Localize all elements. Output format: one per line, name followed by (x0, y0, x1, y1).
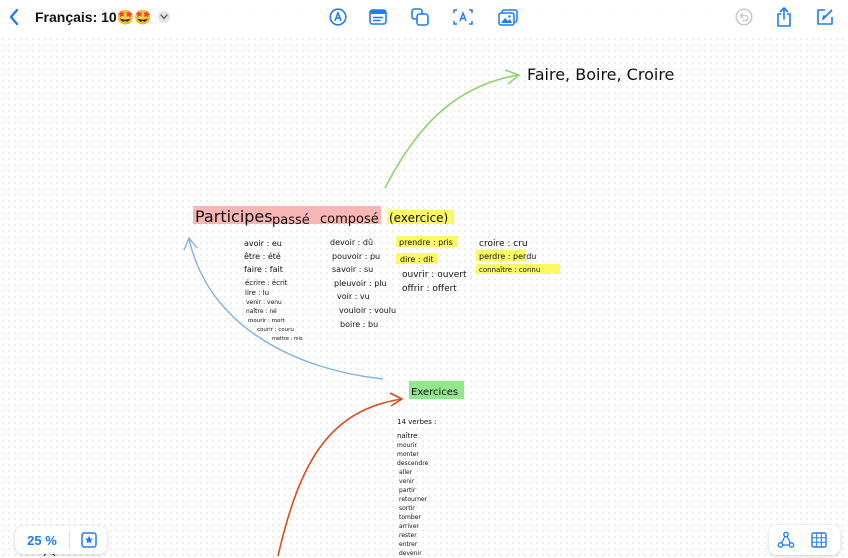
share-icon (777, 7, 791, 27)
undo-button[interactable] (733, 6, 755, 28)
participle-item: pouvoir : pu (332, 252, 380, 261)
compose-icon (817, 9, 833, 25)
exercise-verb: partir (399, 487, 416, 494)
back-button[interactable] (5, 6, 23, 28)
exercise-verb: entrer (399, 541, 418, 548)
grid-icon (811, 532, 827, 548)
participle-item: ouvrir : ouvert (402, 270, 467, 280)
star-bookmark-icon (80, 532, 97, 548)
participle-item: venir : venu (246, 299, 282, 306)
document-title[interactable]: Français: 10🤩🤩 (35, 9, 152, 26)
participle-item: devoir : dû (330, 238, 373, 247)
connectors-button[interactable] (775, 530, 797, 550)
participle-item: lire : lu (245, 289, 269, 297)
participle-item: dire : dit (400, 255, 434, 264)
exercise-verb: sortir (399, 505, 415, 512)
text-box-button[interactable] (367, 6, 389, 28)
text-insert-button[interactable] (452, 6, 474, 28)
media-insert-icon (498, 8, 518, 26)
participle-item: mourir : mort (248, 318, 286, 324)
participle-item: perdre : perdu (479, 252, 536, 261)
exercise-verb: descendre (397, 460, 429, 467)
exercise-verb: retourner (399, 496, 428, 503)
exercices-subtitle: 14 verbes : (397, 418, 436, 426)
title-compose: composé (320, 212, 379, 227)
exercise-verb: devenir (399, 550, 422, 557)
title-menu-button[interactable] (157, 11, 170, 23)
zoom-level-button[interactable]: 25 % (15, 533, 69, 548)
participle-item: pleuvoir : plu (334, 279, 387, 288)
exercise-verb: monter (397, 451, 419, 458)
green-arrow (384, 74, 519, 189)
participle-item: connaître : connu (479, 266, 540, 274)
media-insert-button[interactable] (497, 6, 519, 28)
title-exercice: (exercice) (389, 211, 448, 225)
participles-col-2: devoir : dû pouvoir : pu savoir : su ple… (330, 238, 396, 329)
participle-item: boire : bu (340, 320, 378, 329)
grid-toggle-button[interactable] (808, 530, 830, 550)
exercices-title: Exercices (411, 387, 458, 398)
participle-item: vouloir : voulu (339, 306, 396, 315)
heading-note: Faire, Boire, Croire (527, 65, 674, 84)
participle-item: offrir : offert (402, 284, 457, 294)
exercise-verb: rester (399, 532, 417, 539)
title-participes: Participes (195, 207, 273, 226)
text-box-icon (369, 9, 387, 25)
participle-item: avoir : eu (244, 239, 282, 248)
pen-tool-button[interactable] (327, 6, 349, 28)
participles-col-4: croire : cru perdre : perdu connaître : … (479, 239, 540, 274)
pen-tool-icon (329, 8, 347, 26)
document-title-group[interactable]: Français: 10🤩🤩 (35, 7, 170, 27)
participle-item: voir : vu (337, 292, 370, 301)
exercise-verb: naître (397, 432, 417, 440)
exercise-verb: mourir (397, 442, 417, 449)
participle-item: être : été (244, 251, 281, 261)
exercise-verb: aller (399, 469, 413, 476)
participle-item: courir : couru (257, 327, 294, 333)
zoom-control: 25 % (15, 526, 107, 554)
connectors-icon (777, 531, 795, 548)
text-insert-icon (453, 9, 473, 25)
whiteboard-canvas[interactable]: Faire, Boire, Croire Participes passé co… (0, 0, 848, 558)
favorites-button[interactable] (70, 532, 107, 548)
undo-icon (735, 8, 753, 26)
participle-item: savoir : su (332, 265, 373, 274)
view-controls (769, 525, 840, 555)
participles-col-1: avoir : eu être : été faire : fait écrir… (244, 239, 303, 342)
participle-item: mettre : mis (272, 336, 303, 342)
participle-item: faire : fait (244, 265, 283, 274)
participle-item: écrire : écrit (245, 279, 288, 287)
top-toolbar: Français: 10🤩🤩 (0, 0, 848, 34)
compose-button[interactable] (814, 6, 836, 28)
title-menu-chevron-icon (159, 14, 168, 20)
exercise-verb: tomber (399, 514, 421, 521)
shapes-button[interactable] (409, 6, 431, 28)
share-button[interactable] (773, 5, 795, 29)
exercise-verb: arriver (399, 523, 419, 530)
exercices-block: Exercices 14 verbes : naître mourir mont… (397, 387, 458, 557)
exercise-verb: venir (399, 478, 415, 485)
participle-item: croire : cru (479, 239, 528, 249)
participle-item: naître : né (246, 308, 277, 315)
title-passe: passé (272, 213, 310, 228)
back-chevron-icon (9, 8, 19, 26)
shapes-icon (411, 8, 429, 26)
participle-item: prendre : pris (399, 238, 453, 247)
red-arrow (277, 398, 403, 557)
